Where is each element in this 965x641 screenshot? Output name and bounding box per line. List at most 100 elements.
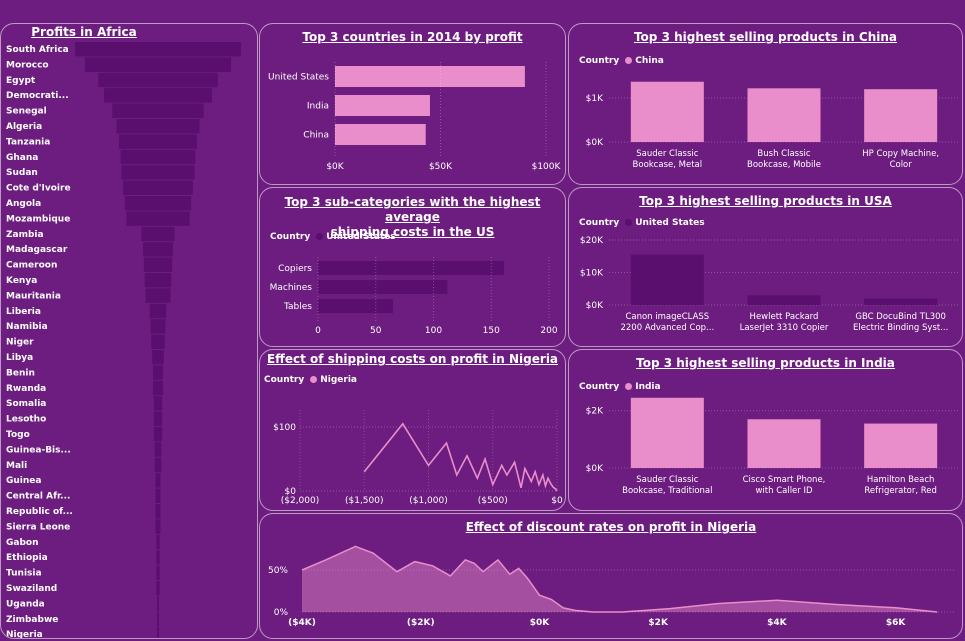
- funnel-bar: [155, 473, 161, 488]
- funnel-label: Rwanda: [6, 384, 46, 394]
- legend-value: China: [635, 56, 664, 66]
- bar: [335, 66, 525, 87]
- funnel-bar: [156, 550, 160, 565]
- shipping-nigeria-panel: Effect of shipping costs on profit in Ni…: [259, 349, 566, 511]
- bar: [864, 423, 938, 468]
- funnel-bar: [126, 211, 190, 226]
- legend-value: Nigeria: [320, 375, 357, 385]
- bar-category-label: Machines: [270, 283, 313, 293]
- y-tick-label: $0K: [586, 464, 604, 474]
- legend-value: India: [635, 382, 661, 392]
- funnel-label: Egypt: [6, 76, 36, 86]
- x-category-label: Hewlett Packard: [750, 312, 819, 322]
- x-category-label: Refrigerator, Red: [864, 486, 937, 496]
- funnel-label: Angola: [6, 199, 41, 209]
- x-category-label: Sauder Classic: [636, 475, 699, 485]
- shipping-us-title-line1: Top 3 sub-categories with the highest av…: [284, 195, 541, 224]
- funnel-label: Somalia: [6, 399, 46, 409]
- funnel-bar: [154, 442, 162, 457]
- x-tick-label: $4K: [767, 618, 788, 628]
- funnel-label: Morocco: [6, 60, 49, 70]
- bar: [318, 280, 448, 294]
- shipping-us-legend: Country United States: [270, 232, 396, 242]
- x-category-label: LaserJet 3310 Copier: [740, 323, 829, 333]
- funnel-label: Mozambique: [6, 214, 70, 224]
- x-tick-label: 150: [483, 326, 500, 336]
- funnel-bar: [141, 226, 175, 242]
- y-tick-label: $100: [273, 423, 296, 433]
- funnel-bar: [112, 103, 204, 118]
- legend-dot-icon: [625, 219, 633, 226]
- funnel-bar: [156, 565, 160, 580]
- funnel-bar: [157, 596, 159, 611]
- funnel-bar: [155, 488, 161, 503]
- funnel-bar: [75, 42, 241, 57]
- funnel-bar: [155, 504, 161, 519]
- funnel-bar: [152, 350, 164, 365]
- funnel-bar: [104, 88, 212, 103]
- bar: [864, 89, 938, 142]
- china-title: Top 3 highest selling products in China: [633, 30, 898, 44]
- usa-title: Top 3 highest selling products in USA: [639, 194, 892, 208]
- bar: [335, 124, 426, 145]
- x-category-label: Color: [890, 160, 913, 170]
- funnel-label: Algeria: [6, 122, 42, 132]
- y-tick-label: $2K: [586, 407, 604, 417]
- y-tick-label: $20K: [580, 236, 604, 246]
- bar-category-label: Tables: [283, 302, 312, 312]
- funnel-bar: [84, 57, 232, 72]
- funnel-bar: [151, 334, 165, 349]
- funnel-label: Democrati...: [6, 91, 69, 101]
- bar: [630, 254, 704, 305]
- africa-funnel-chart: South Africa Morocco Egypt Democrati... Sene…: [6, 42, 241, 638]
- bar-category-label: China: [303, 131, 329, 141]
- shipping-nigeria-legend: Country Nigeria: [264, 375, 357, 385]
- x-tick-label: $0: [551, 496, 563, 506]
- funnel-label: Ethiopia: [6, 553, 48, 563]
- funnel-label: Sudan: [6, 168, 38, 178]
- x-category-label: Bookcase, Mobile: [747, 160, 821, 170]
- funnel-bar: [154, 457, 162, 473]
- shipping-us-panel: Top 3 sub-categories with the highest av…: [259, 187, 566, 347]
- funnel-bar: [123, 180, 193, 195]
- funnel-bar: [157, 627, 159, 638]
- legend-label: Country: [270, 232, 311, 242]
- x-category-label: 2200 Advanced Cop...: [620, 323, 714, 333]
- bar: [747, 88, 821, 142]
- funnel-label: Republic of...: [6, 507, 73, 517]
- series-line: [363, 422, 558, 492]
- funnel-label: Togo: [6, 430, 30, 440]
- bar-category-label: India: [307, 102, 329, 112]
- usa-chart: $20K $10K $0K Canon imageCLASS2200 Advanced…: [580, 236, 959, 333]
- funnel-bar: [98, 72, 218, 88]
- top-countries-title: Top 3 countries in 2014 by profit: [302, 30, 523, 44]
- africa-title: Profits in Africa: [31, 25, 137, 39]
- legend-label: Country: [579, 56, 620, 66]
- x-category-label: HP Copy Machine,: [862, 149, 939, 159]
- funnel-label: Uganda: [6, 599, 45, 609]
- funnel-label: Guinea: [6, 476, 41, 486]
- y-tick-label: $0K: [586, 138, 604, 148]
- india-legend: Country India: [579, 382, 661, 392]
- funnel-bar: [116, 119, 200, 134]
- y-tick-label: $1K: [586, 94, 604, 104]
- x-tick-label: ($4K): [288, 618, 316, 628]
- x-category-label: Canon imageCLASS: [625, 312, 709, 322]
- x-tick-label: 0: [315, 326, 321, 336]
- y-tick-label: 0%: [274, 608, 289, 618]
- discount-title: Effect of discount rates on profit in Ni…: [465, 520, 757, 534]
- china-legend: Country China: [579, 56, 664, 66]
- funnel-label: Niger: [6, 338, 34, 348]
- funnel-label: Cameroon: [6, 261, 57, 271]
- legend-dot-icon: [316, 233, 324, 240]
- funnel-label: Zambia: [6, 230, 44, 240]
- funnel-label: Lesotho: [6, 415, 46, 425]
- legend-label: Country: [579, 382, 620, 392]
- legend-value: United States: [326, 232, 396, 242]
- x-category-label: with Caller ID: [755, 486, 813, 496]
- funnel-label: Zimbabwe: [6, 615, 58, 625]
- india-products-panel: Top 3 highest selling products in India …: [568, 349, 963, 511]
- bar: [747, 419, 821, 468]
- china-products-panel: Top 3 highest selling products in China …: [568, 23, 963, 185]
- funnel-bar: [143, 257, 173, 272]
